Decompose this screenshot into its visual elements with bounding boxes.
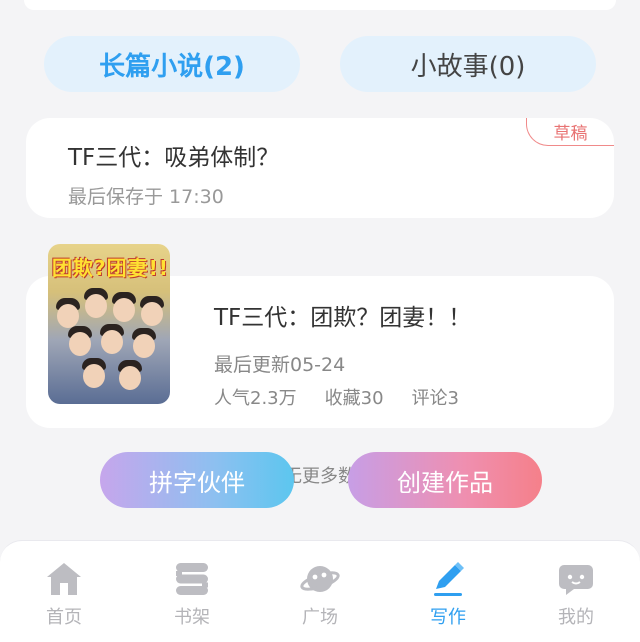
tab-short-stories[interactable]: 小故事(0) — [340, 36, 596, 92]
chat-bubble-icon — [559, 565, 593, 595]
partner-button[interactable]: 拼字伙伴 — [100, 452, 294, 508]
bookshelf-icon — [176, 563, 208, 595]
nav-label-mine: 我的 — [558, 607, 594, 628]
nav-label-home: 首页 — [46, 607, 82, 628]
home-icon — [47, 563, 81, 595]
create-work-button[interactable]: 创建作品 — [348, 452, 542, 508]
cover-figure — [85, 294, 107, 318]
nav-item-square[interactable]: 广场 — [256, 541, 384, 642]
nav-label-square: 广场 — [302, 607, 338, 628]
tab-short-stories-label: 小故事(0) — [410, 51, 526, 82]
nav-item-bookshelf[interactable]: 书架 — [128, 541, 256, 642]
pen-icon — [434, 562, 464, 596]
cover-figure — [119, 366, 141, 390]
work-comments: 评论3 — [411, 388, 459, 409]
nav-label-bookshelf: 书架 — [174, 607, 210, 628]
work-favorites: 收藏30 — [324, 388, 384, 409]
nav-item-writing[interactable]: 写作 — [384, 541, 512, 642]
work-popularity: 人气2.3万 — [214, 388, 297, 409]
nav-label-writing: 写作 — [430, 607, 466, 628]
partner-button-label: 拼字伙伴 — [149, 468, 245, 497]
cover-figure — [69, 332, 91, 356]
previous-card-edge — [24, 0, 616, 10]
tab-long-novels[interactable]: 长篇小说(2) — [44, 36, 300, 92]
work-updated: 最后更新05-24 — [214, 354, 346, 376]
nav-item-mine[interactable]: 我的 — [512, 541, 640, 642]
planet-icon — [300, 566, 340, 592]
work-stats: 人气2.3万 收藏30 评论3 — [214, 384, 459, 410]
cover-figure — [101, 330, 123, 354]
cover-figure — [83, 364, 105, 388]
cover-title-text: 团欺?团妻!! — [52, 256, 169, 280]
work-title: TF三代：团欺？团妻！！ — [214, 305, 472, 331]
bottom-nav: 首页 书架 广场 写作 我的 — [0, 540, 640, 642]
cover-figure — [141, 302, 163, 326]
cover-figure — [133, 334, 155, 358]
nav-item-home[interactable]: 首页 — [0, 541, 128, 642]
draft-saved-time: 最后保存于 17:30 — [68, 186, 224, 208]
work-cover-image[interactable]: 团欺?团妻!! — [48, 244, 170, 404]
draft-card[interactable]: TF三代：吸弟体制？ 最后保存于 17:30 草稿 — [26, 118, 614, 218]
cover-figure — [113, 298, 135, 322]
cover-figure — [57, 304, 79, 328]
draft-title: TF三代：吸弟体制？ — [68, 145, 280, 171]
create-work-button-label: 创建作品 — [397, 468, 493, 497]
draft-badge: 草稿 — [526, 118, 614, 146]
list-end-text: 无更多数 — [284, 466, 356, 487]
tab-long-novels-label: 长篇小说(2) — [99, 51, 245, 82]
